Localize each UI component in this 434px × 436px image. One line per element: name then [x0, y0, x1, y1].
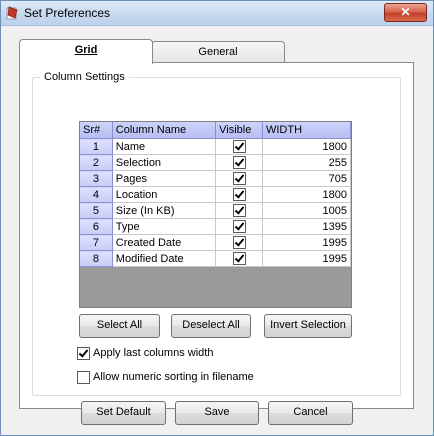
- apply-last-width-checkbox[interactable]: [77, 347, 90, 360]
- select-all-button[interactable]: Select All: [79, 314, 160, 338]
- visible-cell: [215, 154, 263, 171]
- visible-checkbox[interactable]: [232, 156, 246, 169]
- grid-tab-panel: Column Settings Sr# Column Name Visible …: [19, 62, 414, 409]
- table-header-row: Sr# Column Name Visible WIDTH: [80, 122, 352, 139]
- width-cell[interactable]: 705: [262, 170, 352, 187]
- visible-checkbox[interactable]: [232, 172, 246, 185]
- row-number: 2: [80, 154, 113, 171]
- invert-selection-button[interactable]: Invert Selection: [264, 314, 352, 338]
- table-row[interactable]: 5 Size (In KB) 1005: [80, 202, 352, 219]
- deselect-all-button[interactable]: Deselect All: [171, 314, 251, 338]
- dialog-content: Grid General Column Settings Sr# Column …: [1, 26, 433, 435]
- header-sr[interactable]: Sr#: [80, 122, 113, 139]
- numeric-sorting-label: Allow numeric sorting in filename: [93, 371, 254, 383]
- set-default-label: Set Default: [96, 406, 151, 418]
- tab-grid[interactable]: Grid: [19, 39, 153, 64]
- header-column-name[interactable]: Column Name: [112, 122, 217, 139]
- width-cell[interactable]: 1005: [262, 202, 352, 219]
- table-row[interactable]: 2 Selection 255: [80, 154, 352, 171]
- visible-cell: [215, 202, 263, 219]
- columns-table: Sr# Column Name Visible WIDTH 1 Name 1800 2…: [80, 122, 352, 267]
- column-name-cell[interactable]: Pages: [112, 170, 217, 187]
- header-visible[interactable]: Visible: [215, 122, 263, 139]
- table-row[interactable]: 8 Modified Date 1995: [80, 250, 352, 267]
- column-name-cell[interactable]: Location: [112, 186, 217, 203]
- column-name-cell[interactable]: Size (In KB): [112, 202, 217, 219]
- table-row[interactable]: 7 Created Date 1995: [80, 234, 352, 251]
- tab-general-label: General: [198, 46, 238, 58]
- visible-cell: [215, 170, 263, 187]
- save-button[interactable]: Save: [175, 401, 259, 425]
- width-cell[interactable]: 1995: [262, 250, 352, 267]
- app-icon: [6, 6, 18, 20]
- close-button[interactable]: ✕: [384, 3, 427, 22]
- close-icon: ✕: [400, 5, 411, 19]
- visible-checkbox[interactable]: [232, 220, 246, 233]
- cancel-label: Cancel: [293, 406, 328, 418]
- visible-cell: [215, 186, 263, 203]
- row-number: 1: [80, 138, 113, 155]
- table-row[interactable]: 1 Name 1800: [80, 138, 352, 155]
- column-name-cell[interactable]: Type: [112, 218, 217, 235]
- row-number: 5: [80, 202, 113, 219]
- table-row[interactable]: 6 Type 1395: [80, 218, 352, 235]
- row-number: 4: [80, 186, 113, 203]
- set-default-button[interactable]: Set Default: [81, 401, 166, 425]
- column-name-cell[interactable]: Modified Date: [112, 250, 217, 267]
- width-cell[interactable]: 1800: [262, 186, 352, 203]
- visible-cell: [215, 234, 263, 251]
- column-name-cell[interactable]: Selection: [112, 154, 217, 171]
- table-body: 1 Name 1800 2 Selection 255 3 Pages 705 4 Location…: [80, 138, 352, 267]
- visible-cell: [215, 138, 263, 155]
- columns-grid[interactable]: Sr# Column Name Visible WIDTH 1 Name 1800 2…: [79, 121, 352, 308]
- column-name-cell[interactable]: Name: [112, 138, 217, 155]
- visible-checkbox[interactable]: [232, 140, 246, 153]
- window-title: Set Preferences: [24, 6, 111, 20]
- table-row[interactable]: 4 Location 1800: [80, 186, 352, 203]
- select-all-label: Select All: [96, 319, 143, 331]
- tab-general[interactable]: General: [151, 41, 285, 64]
- row-number: 6: [80, 218, 113, 235]
- row-number: 8: [80, 250, 113, 267]
- tab-grid-label: Grid: [74, 44, 98, 56]
- save-label: Save: [204, 406, 230, 418]
- row-number: 7: [80, 234, 113, 251]
- visible-checkbox[interactable]: [232, 204, 246, 217]
- visible-checkbox[interactable]: [232, 188, 246, 201]
- width-cell[interactable]: 1800: [262, 138, 352, 155]
- header-width[interactable]: WIDTH: [262, 122, 352, 139]
- row-number: 3: [80, 170, 113, 187]
- width-cell[interactable]: 255: [262, 154, 352, 171]
- visible-cell: [215, 218, 263, 235]
- visible-checkbox[interactable]: [232, 252, 246, 265]
- preferences-window: Set Preferences ✕ Grid General Column Se…: [0, 0, 434, 436]
- invert-selection-label: Invert Selection: [270, 319, 346, 331]
- width-cell[interactable]: 1395: [262, 218, 352, 235]
- width-cell[interactable]: 1995: [262, 234, 352, 251]
- column-name-cell[interactable]: Created Date: [112, 234, 217, 251]
- table-row[interactable]: 3 Pages 705: [80, 170, 352, 187]
- title-bar: Set Preferences ✕: [1, 1, 433, 26]
- column-settings-label: Column Settings: [40, 71, 129, 83]
- visible-cell: [215, 250, 263, 267]
- cancel-button[interactable]: Cancel: [268, 401, 353, 425]
- numeric-sorting-checkbox[interactable]: [77, 371, 90, 384]
- apply-last-width-label: Apply last columns width: [93, 347, 214, 359]
- visible-checkbox[interactable]: [232, 236, 246, 249]
- deselect-all-label: Deselect All: [182, 319, 240, 331]
